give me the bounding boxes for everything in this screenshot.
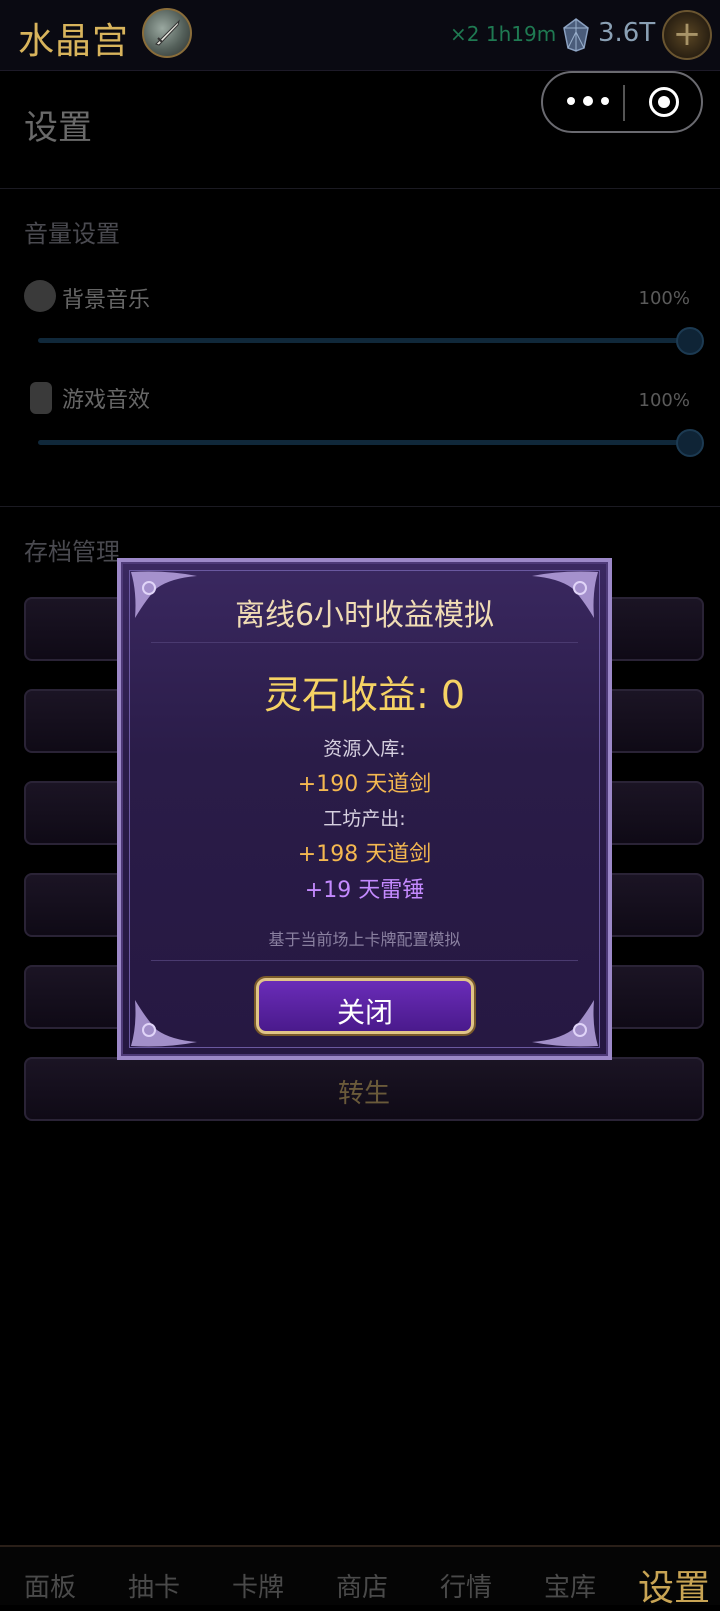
resource-label: 资源入库: xyxy=(323,738,406,760)
dialog-divider xyxy=(151,642,578,643)
workshop-gain: +19 天雷锤 xyxy=(304,878,425,903)
bottom-nav: 面板 抽卡 卡牌 商店 行情 宝库 设置 xyxy=(0,1545,720,1609)
modal-overlay: 离线6小时收益模拟 灵石收益: 0 资源入库: +190 天道剑 工坊产出: +… xyxy=(0,0,720,1603)
offline-income-dialog: 离线6小时收益模拟 灵石收益: 0 资源入库: +190 天道剑 工坊产出: +… xyxy=(117,558,612,1060)
resource-gain: +190 天道剑 xyxy=(297,772,432,797)
dialog-divider xyxy=(151,960,578,961)
nav-tab-vault[interactable]: 宝库 xyxy=(544,1567,596,1604)
nav-tab-draw[interactable]: 抽卡 xyxy=(128,1567,180,1604)
dialog-note: 基于当前场上卡牌配置模拟 xyxy=(268,930,461,949)
nav-tab-panel[interactable]: 面板 xyxy=(24,1567,76,1604)
nav-tab-settings[interactable]: 设置 xyxy=(638,1559,710,1611)
ornament-corner-icon xyxy=(532,1000,598,1047)
nav-tab-shop[interactable]: 商店 xyxy=(336,1567,388,1604)
stone-income: 灵石收益: 0 xyxy=(263,673,466,717)
nav-tab-market[interactable]: 行情 xyxy=(440,1567,492,1604)
close-button-label: 关闭 xyxy=(336,996,393,1029)
workshop-gain: +198 天道剑 xyxy=(297,842,432,867)
close-button[interactable]: 关闭 xyxy=(256,978,474,1034)
dialog-title: 离线6小时收益模拟 xyxy=(234,598,495,633)
nav-tab-cards[interactable]: 卡牌 xyxy=(232,1567,284,1604)
ornament-corner-icon xyxy=(131,1000,197,1047)
workshop-label: 工坊产出: xyxy=(323,808,406,830)
